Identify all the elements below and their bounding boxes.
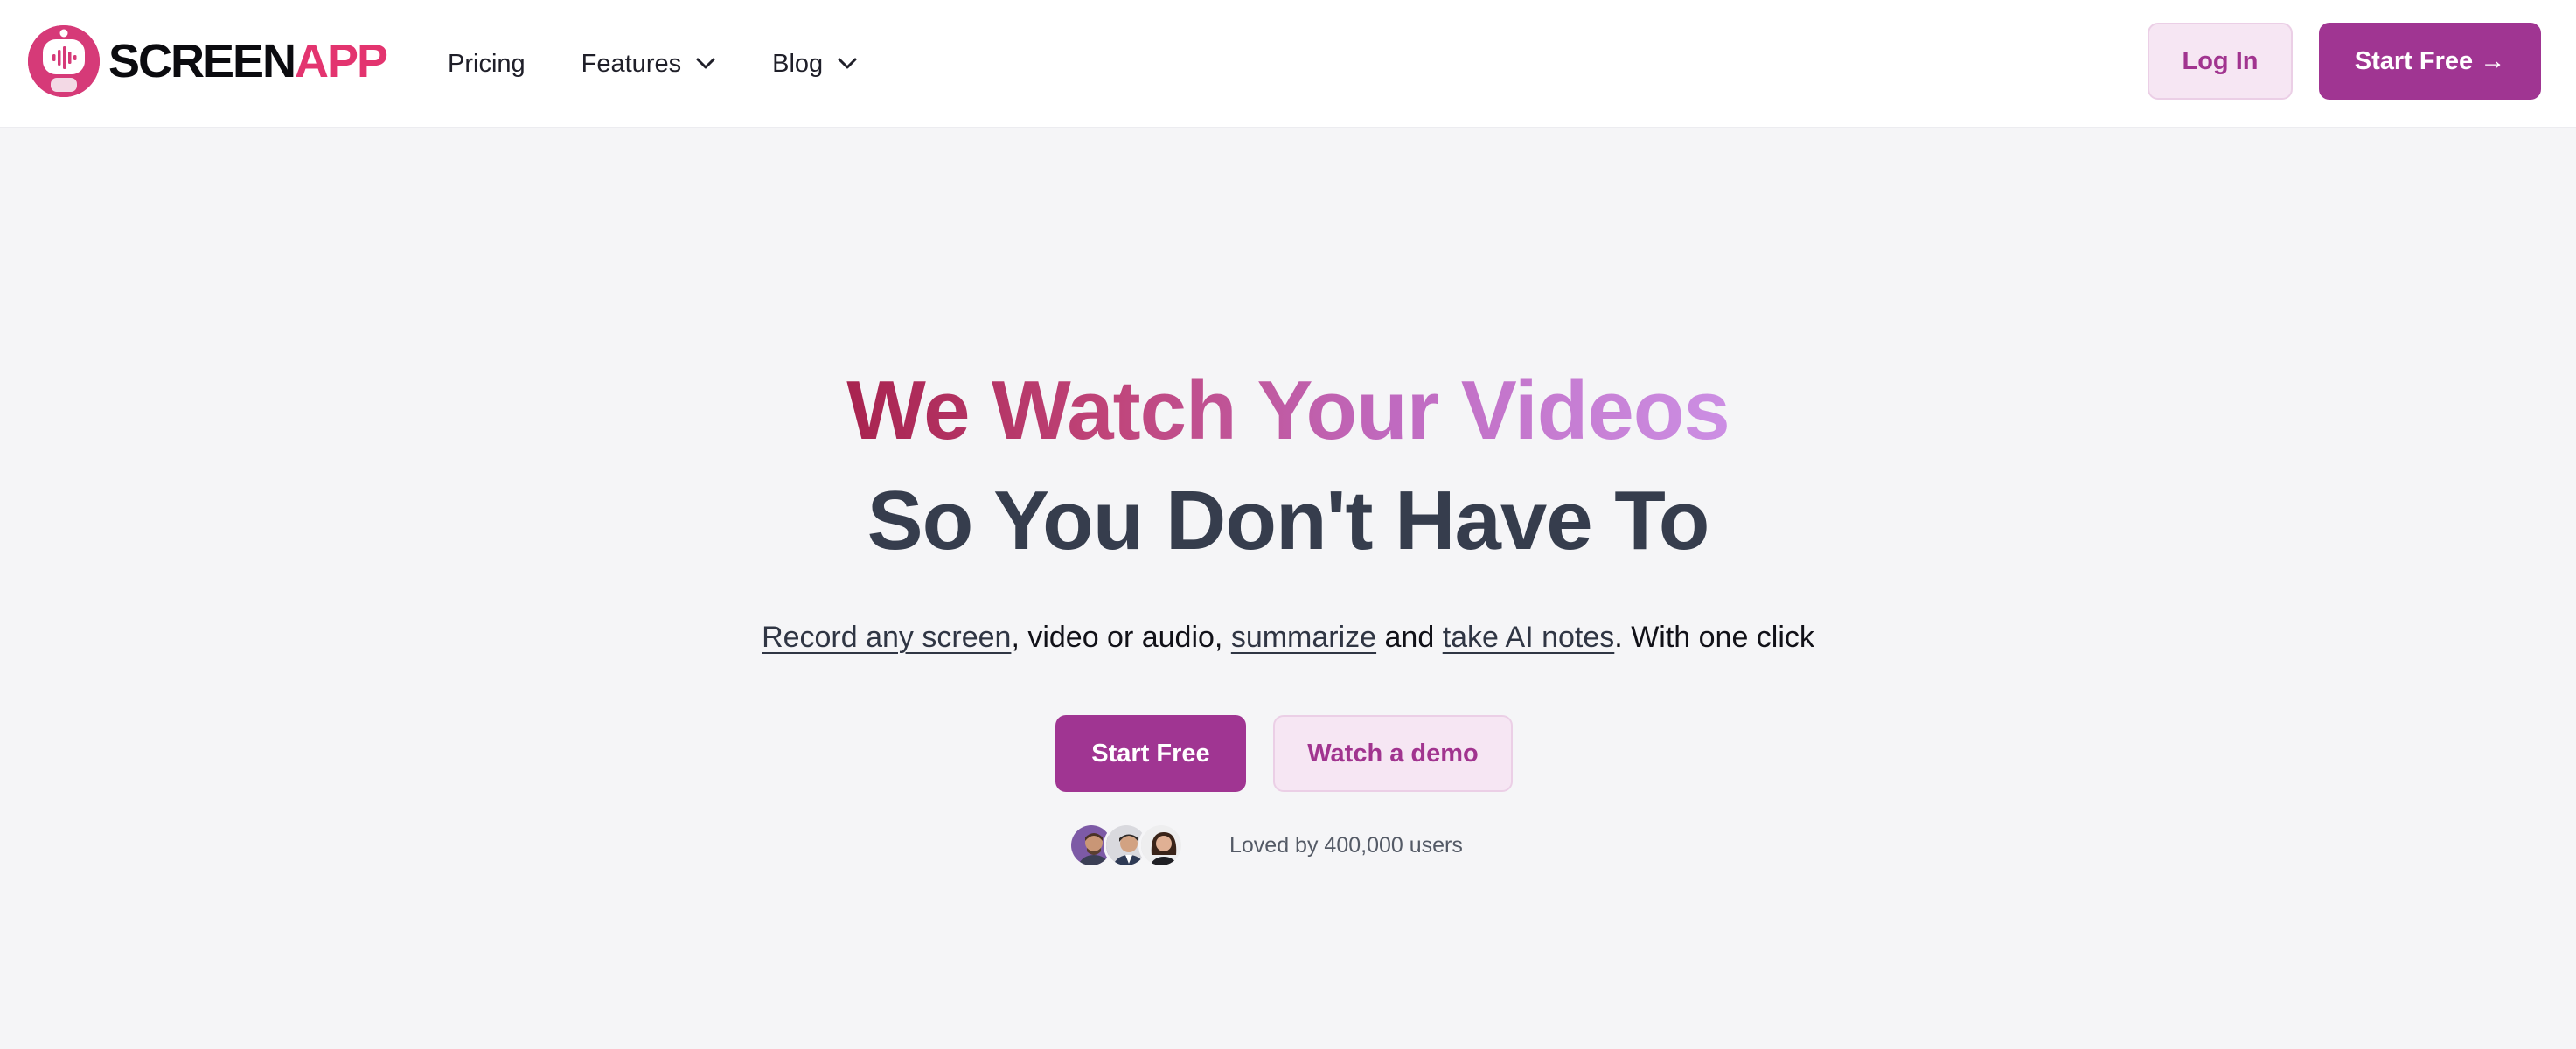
login-button[interactable]: Log In — [2148, 23, 2293, 100]
main-nav: Pricing Features Blog — [448, 0, 914, 128]
subheadline-text: and — [1376, 621, 1443, 654]
site-header: SCREENAPP Pricing Features Blog Log In S… — [0, 0, 2576, 128]
hero-headline-gradient-text: We Watch Your Videos — [846, 364, 1730, 457]
social-proof: Loved by 400,000 users — [1069, 822, 1463, 869]
user-avatars — [1069, 823, 1184, 868]
robot-mic-icon — [28, 25, 100, 97]
record-any-screen-link[interactable]: Record any screen — [762, 621, 1011, 654]
nav-item-features[interactable]: Features — [581, 50, 716, 79]
subheadline-text: , video or audio, — [1011, 621, 1231, 654]
start-free-button[interactable]: Start Free — [1055, 715, 1246, 792]
chevron-down-icon — [695, 57, 716, 71]
brand-logo[interactable]: SCREENAPP — [28, 24, 388, 98]
hero-subheadline: Record any screen, video or audio, summa… — [0, 615, 2576, 659]
subheadline-text: . With one click — [1614, 621, 1814, 654]
take-ai-notes-link[interactable]: take AI notes — [1443, 621, 1615, 654]
watch-demo-button[interactable]: Watch a demo — [1273, 715, 1513, 792]
summarize-link[interactable]: summarize — [1231, 621, 1376, 654]
chevron-down-icon — [837, 57, 858, 71]
brand-name-app: APP — [295, 35, 388, 87]
nav-item-blog[interactable]: Blog — [772, 50, 858, 79]
hero-headline-line2: So You Don't Have To — [867, 474, 1710, 567]
hero-headline-line1: We Watch Your Videos — [0, 358, 2576, 463]
nav-item-label: Pricing — [448, 49, 526, 78]
brand-wordmark: SCREENAPP — [108, 35, 388, 87]
nav-item-label: Blog — [772, 49, 824, 78]
start-free-header-button[interactable]: Start Free → — [2319, 23, 2541, 100]
social-proof-text: Loved by 400,000 users — [1229, 832, 1463, 858]
avatar — [1138, 823, 1184, 868]
nav-item-pricing[interactable]: Pricing — [448, 50, 526, 79]
brand-name-screen: SCREEN — [108, 35, 296, 87]
nav-item-label: Features — [581, 49, 682, 78]
